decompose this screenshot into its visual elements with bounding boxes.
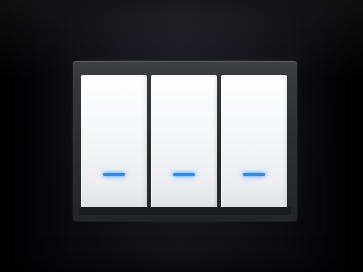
- rocker-switch-1[interactable]: [81, 75, 147, 209]
- rocker-switch-3[interactable]: [221, 75, 287, 209]
- led-indicator-icon: [103, 173, 125, 176]
- switch-frame: [73, 61, 297, 221]
- led-indicator-icon: [243, 173, 265, 176]
- led-indicator-icon: [173, 173, 195, 176]
- rocker-switch-2[interactable]: [151, 75, 217, 209]
- frame-bottom-strip: [79, 207, 291, 215]
- wall-plate: [0, 0, 363, 272]
